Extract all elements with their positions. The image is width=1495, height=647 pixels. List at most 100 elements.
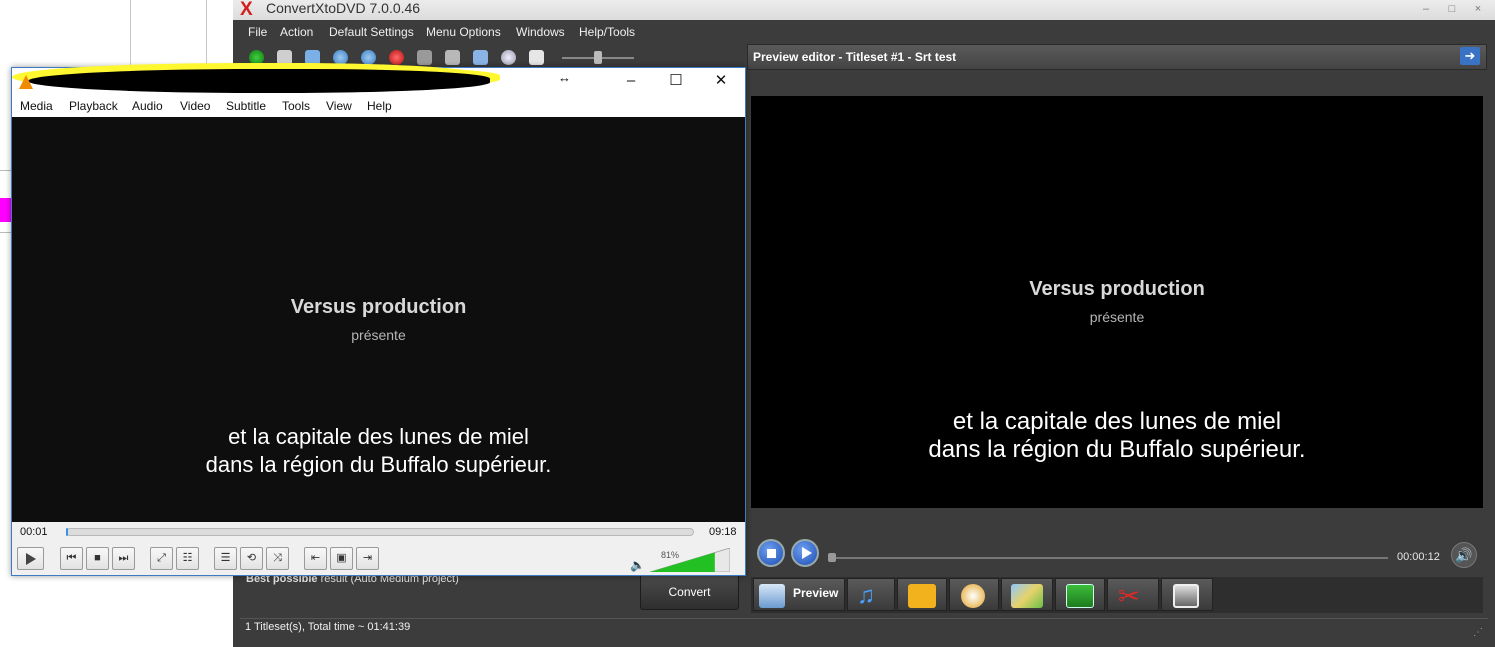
- cx-menu-file[interactable]: File: [248, 25, 267, 39]
- tab-subtitles[interactable]: [897, 578, 947, 611]
- vlc-shuffle-button[interactable]: ⤨: [266, 547, 289, 570]
- tab-color-settings[interactable]: [1001, 578, 1053, 611]
- cx-menubar: File Action Default Settings Menu Option…: [240, 22, 740, 44]
- save-icon[interactable]: [277, 50, 292, 65]
- skip-back-icon: ⏮: [66, 552, 77, 564]
- volume-icon[interactable]: 🔊: [1451, 542, 1477, 568]
- resize-cursor-icon: ↔: [558, 70, 571, 85]
- tab-chapters[interactable]: [949, 578, 999, 611]
- vlc-stop-button[interactable]: ■: [86, 547, 109, 570]
- add-icon[interactable]: [249, 50, 264, 65]
- resize-icon: [1066, 584, 1094, 608]
- step-forward-icon: ⇥: [362, 552, 373, 564]
- landscape-icon: [1011, 584, 1043, 608]
- cx-menu-windows[interactable]: Windows: [516, 25, 565, 39]
- tab-merge[interactable]: [1161, 578, 1213, 611]
- vlc-credit-subtitle: présente: [351, 327, 406, 343]
- toolbar-slider-handle[interactable]: [594, 51, 602, 64]
- monitor-icon[interactable]: [473, 50, 488, 65]
- equalizer-icon: ☷: [182, 552, 193, 564]
- statusbar: [240, 618, 1488, 638]
- vlc-minimize-icon[interactable]: –: [618, 72, 644, 90]
- status-text: 1 Titleset(s), Total time ~ 01:41:39: [245, 621, 411, 633]
- move-up-icon[interactable]: [361, 50, 376, 65]
- vlc-maximize-icon[interactable]: ☐: [663, 72, 689, 90]
- vlc-credit-title: Versus production: [290, 296, 467, 318]
- play-button[interactable]: [791, 539, 819, 567]
- preview-credit-subtitle: présente: [1089, 309, 1145, 325]
- stop-button[interactable]: [757, 539, 785, 567]
- vlc-loop-button[interactable]: ⟲: [240, 547, 263, 570]
- vlc-total-time: 09:18: [709, 526, 737, 538]
- disc-icon[interactable]: [501, 50, 516, 65]
- preview-credit-title: Versus production: [1029, 278, 1205, 300]
- move-down-icon[interactable]: [333, 50, 348, 65]
- speech-bubble-icon: [908, 584, 936, 608]
- cx-menu-default-settings[interactable]: Default Settings: [329, 25, 414, 39]
- preview-image-icon: [759, 584, 785, 608]
- vlc-snapshot-button[interactable]: ▣: [330, 547, 353, 570]
- fullscreen-icon: ⤢: [157, 552, 166, 564]
- preview-seek-handle[interactable]: [828, 553, 836, 562]
- preview-editor-title: Preview editor - Titleset #1 - Srt test: [753, 50, 957, 64]
- convert-button[interactable]: Convert: [640, 574, 739, 610]
- cx-maximize-icon[interactable]: □: [1444, 2, 1460, 16]
- preview-seek-track[interactable]: [830, 557, 1388, 559]
- cx-menu-help-tools[interactable]: Help/Tools: [579, 25, 635, 39]
- vlc-seek-bar[interactable]: [66, 528, 694, 536]
- background-divider: [130, 0, 131, 70]
- vlc-seek-progress: [66, 528, 68, 536]
- vlc-subtitle-line: dans la région du Buffalo supérieur.: [205, 452, 552, 477]
- cx-close-icon[interactable]: ×: [1470, 2, 1486, 16]
- cx-minimize-icon[interactable]: –: [1418, 2, 1434, 16]
- vlc-elapsed-time: 00:01: [20, 526, 48, 538]
- vlc-menu-video[interactable]: Video: [180, 99, 210, 113]
- remove-icon[interactable]: [389, 50, 404, 65]
- vlc-menu-view[interactable]: View: [326, 99, 352, 113]
- vlc-volume-percent: 81%: [661, 550, 680, 560]
- resize-grip-icon[interactable]: ⋰: [1473, 627, 1483, 638]
- vlc-extended-settings-button[interactable]: ☷: [176, 547, 199, 570]
- preview-time: 00:00:12: [1397, 551, 1440, 563]
- layout-icon[interactable]: [305, 50, 320, 65]
- vlc-fullscreen-button[interactable]: ⤢: [150, 547, 173, 570]
- vlc-subtitle-line: et la capitale des lunes de miel: [228, 424, 529, 449]
- preview-subtitle-line: dans la région du Buffalo supérieur.: [928, 436, 1306, 463]
- shuffle-icon: ⤨: [273, 552, 282, 564]
- vlc-menu-playback[interactable]: Playback: [69, 99, 118, 113]
- vlc-menu-subtitle[interactable]: Subtitle: [226, 99, 266, 113]
- vlc-previous-button[interactable]: ⏮: [60, 547, 83, 570]
- vlc-menubar: Media Playback Audio Video Subtitle Tool…: [12, 96, 745, 117]
- play-icon: [25, 553, 36, 565]
- cx-menu-action[interactable]: Action: [280, 25, 313, 39]
- vlc-menu-media[interactable]: Media: [20, 99, 53, 113]
- vlc-menu-tools[interactable]: Tools: [282, 99, 310, 113]
- vlc-play-button[interactable]: [17, 547, 44, 570]
- vlc-frame-forward-button[interactable]: ⇥: [356, 547, 379, 570]
- convertxtodvd-logo-icon: X: [240, 0, 253, 20]
- preview-subtitle-line: et la capitale des lunes de miel: [952, 408, 1282, 435]
- cx-menu-menu-options[interactable]: Menu Options: [426, 25, 501, 39]
- log-document-icon[interactable]: [529, 50, 544, 65]
- vlc-next-button[interactable]: ⏭: [112, 547, 135, 570]
- tab-audio[interactable]: ♫: [847, 578, 895, 611]
- vlc-frame-back-button[interactable]: ⇤: [304, 547, 327, 570]
- tab-resize[interactable]: [1055, 578, 1105, 611]
- background-divider: [206, 0, 207, 70]
- stop-icon: ■: [94, 552, 101, 564]
- convertxtodvd-titlebar: [233, 0, 1495, 20]
- stop-icon: [767, 549, 776, 558]
- vlc-close-icon[interactable]: ✕: [708, 72, 734, 90]
- settings-wrench-icon[interactable]: [417, 50, 432, 65]
- arrow-right-icon[interactable]: ➜: [1460, 47, 1480, 65]
- tab-cut[interactable]: ✂: [1107, 578, 1159, 611]
- vlc-playlist-button[interactable]: ☰: [214, 547, 237, 570]
- speaker-icon[interactable]: 🔈: [630, 558, 645, 572]
- vlc-cone-icon: [19, 75, 33, 89]
- redacted-title: [28, 69, 490, 93]
- film-icon[interactable]: [445, 50, 460, 65]
- skip-forward-icon: ⏭: [118, 552, 129, 564]
- filmstrip-icon: [1173, 584, 1199, 608]
- vlc-menu-audio[interactable]: Audio: [132, 99, 163, 113]
- vlc-menu-help[interactable]: Help: [367, 99, 392, 113]
